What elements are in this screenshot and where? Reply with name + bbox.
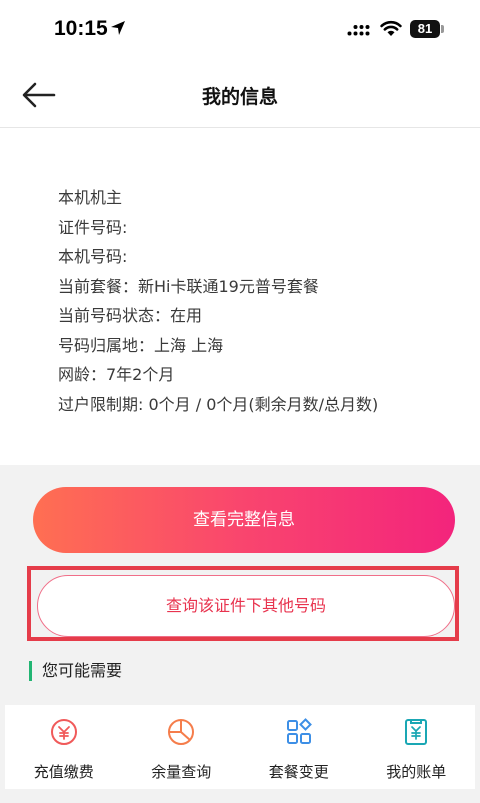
shortcut-balance-label: 余量查询: [151, 763, 212, 781]
shortcut-recharge[interactable]: 充值缴费: [5, 705, 123, 789]
info-transfer-limit: 过户限制期: 0个月 / 0个月(剩余月数/总月数): [58, 394, 379, 414]
status-bar: 10:15 81: [0, 0, 480, 62]
grid-icon: [286, 718, 312, 744]
shortcut-my-bill[interactable]: 我的账单: [358, 705, 476, 789]
battery-cap: [441, 25, 444, 33]
info-network-age: 网龄：7年2个月: [58, 365, 175, 384]
info-list: 本机机主 证件号码: 本机号码: 当前套餐：新Hi卡联通19元普号套餐 当前号码…: [58, 183, 378, 419]
shortcut-row: 充值缴费 余量查询 套餐变更 我的账单: [5, 705, 475, 789]
info-number-location: 号码归属地：上海 上海: [58, 335, 224, 355]
info-number-status: 当前号码状态：在用: [58, 306, 203, 325]
shortcut-plan-change[interactable]: 套餐变更: [240, 705, 358, 789]
query-other-numbers-button[interactable]: 查询该证件下其他号码: [37, 575, 455, 637]
info-phone-number: 本机号码:: [58, 247, 128, 266]
info-id-number: 证件号码:: [58, 217, 128, 237]
nav-bar: 我的信息: [0, 62, 480, 128]
signal-icon: [347, 25, 370, 36]
recharge-icon: [50, 719, 77, 745]
info-current-plan: 当前套餐：新Hi卡联通19元普号套餐: [58, 276, 319, 296]
shortcut-recharge-label: 充值缴费: [33, 763, 94, 781]
pie-chart-icon: [168, 719, 195, 745]
section-accent-bar: [29, 661, 32, 681]
shortcut-balance-query[interactable]: 余量查询: [123, 705, 241, 789]
battery-indicator: 81: [410, 20, 440, 38]
location-arrow-icon: [111, 21, 125, 35]
status-time: 10:15: [54, 17, 108, 40]
shortcut-bill-label: 我的账单: [386, 763, 447, 781]
shortcut-plan-change-label: 套餐变更: [268, 763, 329, 781]
view-full-info-button[interactable]: 查看完整信息: [33, 487, 455, 553]
info-card: 本机机主 证件号码: 本机号码: 当前套餐：新Hi卡联通19元普号套餐 当前号码…: [0, 128, 480, 465]
section-title: 您可能需要: [42, 661, 123, 680]
wifi-icon: [380, 20, 402, 36]
bill-icon: [405, 719, 428, 745]
info-owner: 本机机主: [58, 188, 123, 207]
page-title: 我的信息: [201, 86, 278, 108]
